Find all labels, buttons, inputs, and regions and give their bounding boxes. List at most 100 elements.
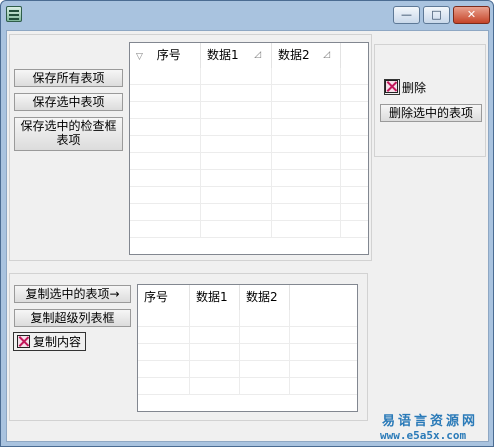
- table-cell: [272, 187, 341, 203]
- minimize-icon: —: [401, 8, 412, 21]
- col-header-index-label: 序号: [156, 48, 181, 62]
- table-cell: [201, 204, 272, 220]
- bottom-group: 复制选中的表项→ 复制超级列表框 复制内容 序号 数据1 数据2: [9, 273, 368, 421]
- sort-indicator-icon: ◿: [323, 50, 330, 60]
- sort-indicator-icon: ◿: [254, 50, 261, 60]
- copy-content-label: 复制内容: [33, 335, 82, 349]
- table-row[interactable]: [130, 68, 368, 85]
- copy-super-list-button[interactable]: 复制超级列表框: [14, 309, 131, 327]
- table-cell: [201, 85, 272, 101]
- table-cell: [130, 102, 201, 118]
- table-cell: [272, 170, 341, 186]
- table-cell: [272, 102, 341, 118]
- col-header-index-label: 序号: [144, 290, 169, 304]
- table-cell: [201, 102, 272, 118]
- table-cell: [240, 327, 290, 343]
- table-cell: [201, 221, 272, 237]
- table-row[interactable]: [130, 170, 368, 187]
- col-header-data2-label: 数据2: [278, 48, 310, 62]
- table-cell: [138, 361, 190, 377]
- col-header-index[interactable]: 序号: [138, 285, 190, 310]
- table-cell: [272, 153, 341, 169]
- table-cell: [201, 170, 272, 186]
- table-cell: [272, 68, 341, 84]
- table-cell: [190, 327, 240, 343]
- table-cell: [130, 85, 201, 101]
- table-cell: [190, 361, 240, 377]
- top-list-header: ▽ 序号 数据1 ◿ 数据2 ◿: [130, 43, 341, 68]
- col-header-data1[interactable]: 数据1: [190, 285, 240, 310]
- table-cell: [201, 187, 272, 203]
- table-cell: [138, 310, 190, 326]
- bottom-list-view[interactable]: 序号 数据1 数据2: [137, 284, 358, 412]
- bottom-list-header: 序号 数据1 数据2: [138, 285, 290, 310]
- delete-checkbox-label: 删除: [402, 81, 427, 95]
- table-cell: [130, 136, 201, 152]
- save-selected-button[interactable]: 保存选中表项: [14, 93, 123, 111]
- table-cell: [272, 85, 341, 101]
- table-row[interactable]: [130, 119, 368, 136]
- table-cell: [201, 153, 272, 169]
- table-cell: [201, 136, 272, 152]
- minimize-button[interactable]: —: [393, 6, 420, 24]
- maximize-button[interactable]: □: [423, 6, 450, 24]
- table-cell: [240, 310, 290, 326]
- table-cell: [130, 170, 201, 186]
- sort-desc-icon: ▽: [136, 52, 143, 62]
- table-row[interactable]: [138, 310, 357, 327]
- table-cell: [240, 378, 290, 394]
- table-cell: [190, 378, 240, 394]
- table-row[interactable]: [130, 136, 368, 153]
- table-row[interactable]: [130, 153, 368, 170]
- save-all-button[interactable]: 保存所有表项: [14, 69, 123, 87]
- top-list-view[interactable]: ▽ 序号 数据1 ◿ 数据2 ◿: [129, 42, 369, 255]
- table-cell: [138, 378, 190, 394]
- table-cell: [138, 327, 190, 343]
- delete-selected-button[interactable]: 删除选中的表项: [380, 104, 482, 122]
- col-header-data1[interactable]: 数据1 ◿: [201, 43, 272, 68]
- client-area: 保存所有表项 保存选中表项 保存选中的检查框表项 ▽ 序号 数据1 ◿ 数据2 …: [6, 30, 489, 442]
- table-row[interactable]: [130, 102, 368, 119]
- table-cell: [190, 344, 240, 360]
- table-row[interactable]: [130, 85, 368, 102]
- table-cell: [272, 221, 341, 237]
- table-cell: [240, 344, 290, 360]
- table-cell: [201, 119, 272, 135]
- table-row[interactable]: [138, 361, 357, 378]
- table-cell: [130, 153, 201, 169]
- app-icon: [6, 6, 22, 22]
- table-row[interactable]: [130, 187, 368, 204]
- top-group: 保存所有表项 保存选中表项 保存选中的检查框表项 ▽ 序号 数据1 ◿ 数据2 …: [9, 34, 372, 261]
- table-cell: [130, 221, 201, 237]
- watermark-line2: www.e5a5x.com: [380, 429, 467, 442]
- copy-content-checkbox[interactable]: [17, 335, 30, 348]
- copy-selected-button[interactable]: 复制选中的表项→: [14, 285, 131, 303]
- table-cell: [201, 68, 272, 84]
- table-row[interactable]: [130, 221, 368, 238]
- col-header-data2-label: 数据2: [246, 290, 278, 304]
- table-cell: [130, 204, 201, 220]
- close-icon: ✕: [466, 8, 477, 21]
- col-header-index[interactable]: ▽ 序号: [130, 43, 201, 68]
- delete-checkbox[interactable]: [385, 80, 398, 93]
- col-header-data2[interactable]: 数据2 ◿: [272, 43, 341, 68]
- app-window: — □ ✕ 保存所有表项 保存选中表项 保存选中的检查框表项 ▽ 序号 数据1 …: [0, 0, 494, 447]
- titlebar[interactable]: — □ ✕: [1, 1, 493, 29]
- table-row[interactable]: [138, 378, 357, 395]
- close-button[interactable]: ✕: [453, 6, 490, 24]
- table-cell: [240, 361, 290, 377]
- table-cell: [272, 136, 341, 152]
- table-cell: [138, 344, 190, 360]
- bottom-list-body: [138, 310, 357, 411]
- table-row[interactable]: [130, 204, 368, 221]
- table-cell: [190, 310, 240, 326]
- table-row[interactable]: [138, 327, 357, 344]
- save-checked-button[interactable]: 保存选中的检查框表项: [14, 117, 123, 151]
- right-group: 删除 删除选中的表项: [374, 44, 486, 157]
- col-header-data1-label: 数据1: [196, 290, 228, 304]
- table-row[interactable]: [138, 344, 357, 361]
- col-header-data2[interactable]: 数据2: [240, 285, 290, 310]
- maximize-icon: □: [431, 8, 442, 21]
- table-cell: [272, 204, 341, 220]
- top-list-body: [130, 68, 368, 254]
